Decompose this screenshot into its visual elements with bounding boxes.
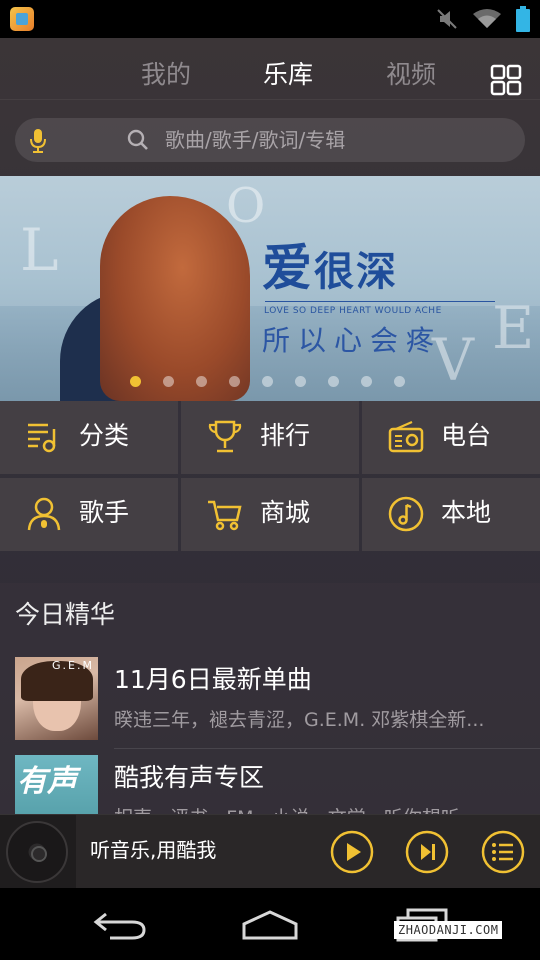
search-bar[interactable]: 歌曲/歌手/歌词/专辑 bbox=[15, 118, 525, 162]
playlist-button[interactable] bbox=[481, 830, 525, 874]
pager-dot[interactable] bbox=[361, 376, 372, 387]
search-input[interactable]: 歌曲/歌手/歌词/专辑 bbox=[165, 128, 345, 152]
album-disc[interactable] bbox=[0, 815, 76, 888]
banner-divider bbox=[265, 301, 495, 302]
radio-icon bbox=[388, 420, 424, 453]
banner-subtitle: LOVE SO DEEP HEART WOULD ACHE bbox=[264, 306, 442, 316]
category-singer[interactable]: 歌手 bbox=[0, 478, 178, 551]
pager-dot[interactable] bbox=[328, 376, 339, 387]
banner-title: 爱很深 bbox=[262, 238, 398, 297]
system-nav-bar: ZHAODANJI.COM bbox=[0, 888, 540, 960]
divider bbox=[114, 748, 540, 749]
banner-figure-hair bbox=[100, 196, 250, 401]
pager-dot[interactable] bbox=[394, 376, 405, 387]
section-title: 今日精华 bbox=[15, 600, 116, 629]
tab-mine[interactable]: 我的 bbox=[141, 60, 191, 90]
now-playing-title: 听音乐,用酷我 bbox=[90, 838, 217, 862]
home-icon[interactable] bbox=[240, 908, 300, 942]
play-button[interactable] bbox=[330, 830, 374, 874]
category-local[interactable]: 本地 bbox=[362, 478, 540, 551]
pager-dot[interactable] bbox=[295, 376, 306, 387]
promo-banner[interactable]: L O V E 爱很深 LOVE SO DEEP HEART WOULD ACH… bbox=[0, 176, 540, 401]
list-item[interactable]: G.E.M 11月6日最新单曲 暌违三年，褪去青涩，G.E.M. 邓紫棋全新..… bbox=[0, 657, 540, 753]
back-icon[interactable] bbox=[92, 908, 148, 942]
cover-label: 有声 bbox=[17, 764, 77, 799]
mute-icon bbox=[437, 9, 457, 29]
next-button[interactable] bbox=[405, 830, 449, 874]
category-label: 歌手 bbox=[79, 498, 130, 527]
category-label: 商城 bbox=[260, 498, 311, 527]
singer-icon bbox=[27, 497, 61, 531]
status-icons bbox=[436, 6, 530, 32]
pager-dot[interactable] bbox=[262, 376, 273, 387]
tab-library[interactable]: 乐库 bbox=[263, 60, 313, 90]
category-list-icon bbox=[28, 423, 56, 453]
category-label: 本地 bbox=[441, 498, 492, 527]
banner-title-line2: 所以心会疼 bbox=[262, 324, 443, 357]
pager-dot[interactable] bbox=[163, 376, 174, 387]
today-highlights-section: 今日精华 G.E.M 11月6日最新单曲 暌违三年，褪去青涩，G.E.M. 邓紫… bbox=[0, 583, 540, 843]
pager-dot[interactable] bbox=[229, 376, 240, 387]
grid-menu-icon[interactable] bbox=[490, 64, 522, 96]
item-title: 11月6日最新单曲 bbox=[114, 665, 312, 694]
trophy-icon bbox=[208, 420, 242, 453]
category-label: 电台 bbox=[441, 421, 492, 450]
top-tab-bar: 我的 乐库 视频 bbox=[0, 38, 540, 100]
pager-dot[interactable] bbox=[196, 376, 207, 387]
cart-icon bbox=[208, 500, 242, 531]
cover-label: G.E.M bbox=[52, 659, 94, 672]
category-label: 分类 bbox=[79, 421, 130, 450]
banner-pager bbox=[130, 376, 405, 387]
category-store[interactable]: 商城 bbox=[181, 478, 359, 551]
disc-icon bbox=[6, 821, 68, 883]
item-title: 酷我有声专区 bbox=[114, 763, 265, 792]
tab-video[interactable]: 视频 bbox=[386, 60, 436, 90]
wifi-icon bbox=[473, 9, 501, 28]
banner-letter-l: L bbox=[20, 216, 59, 284]
mini-player[interactable]: 听音乐,用酷我 bbox=[0, 814, 540, 888]
battery-icon bbox=[516, 6, 530, 32]
microphone-icon[interactable] bbox=[28, 127, 48, 153]
watermark: ZHAODANJI.COM bbox=[394, 921, 503, 939]
search-icon bbox=[127, 129, 148, 150]
kuwo-music-app: 我的 乐库 视频 歌曲/歌手/歌词/专辑 L O V E 爱很深 LOVE SO… bbox=[0, 38, 540, 888]
app-notification-icon bbox=[10, 7, 34, 31]
banner-letter-e: E bbox=[492, 294, 535, 362]
category-grid: 分类 排行 电台 歌手 商城 本地 bbox=[0, 401, 540, 553]
category-classify[interactable]: 分类 bbox=[0, 401, 178, 474]
album-cover: G.E.M bbox=[15, 657, 98, 740]
category-label: 排行 bbox=[260, 421, 311, 450]
status-bar bbox=[0, 0, 540, 38]
category-ranking[interactable]: 排行 bbox=[181, 401, 359, 474]
pager-dot[interactable] bbox=[130, 376, 141, 387]
category-radio[interactable]: 电台 bbox=[362, 401, 540, 474]
music-note-icon bbox=[388, 496, 424, 532]
item-subtitle: 暌违三年，褪去青涩，G.E.M. 邓紫棋全新... bbox=[114, 709, 485, 731]
